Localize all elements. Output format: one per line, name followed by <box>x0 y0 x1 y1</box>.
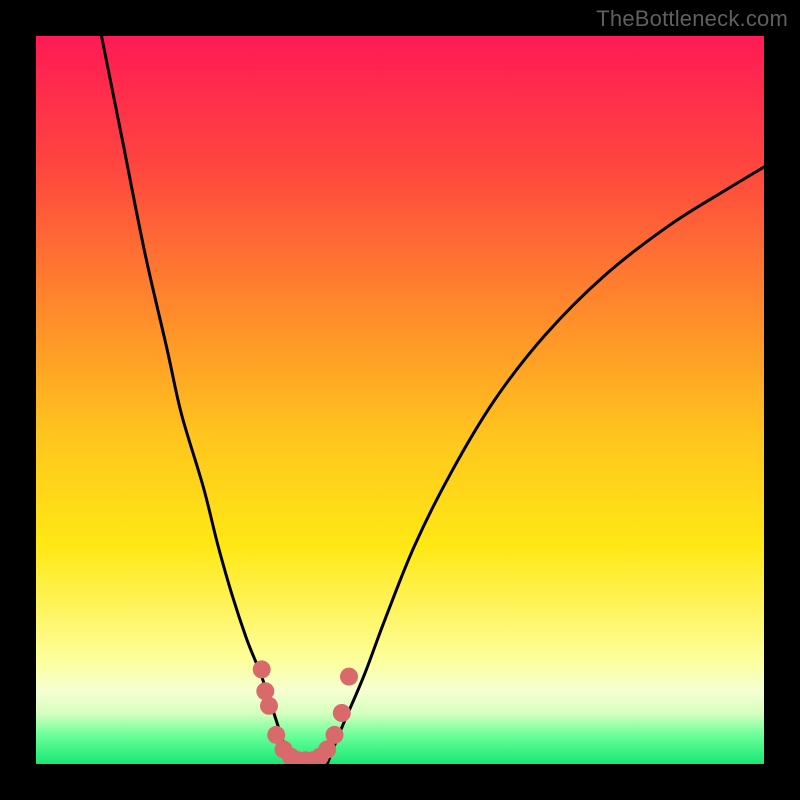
marker-dot <box>340 668 358 686</box>
watermark-text: TheBottleneck.com <box>596 6 788 32</box>
plot-area <box>36 36 764 764</box>
curve-left <box>102 36 295 764</box>
marker-cluster <box>253 660 358 764</box>
marker-dot <box>253 660 271 678</box>
chart-frame: TheBottleneck.com <box>0 0 800 800</box>
marker-dot <box>326 726 344 744</box>
marker-dot <box>260 697 278 715</box>
curve-layer <box>36 36 764 764</box>
curve-right <box>327 167 764 764</box>
marker-dot <box>333 704 351 722</box>
